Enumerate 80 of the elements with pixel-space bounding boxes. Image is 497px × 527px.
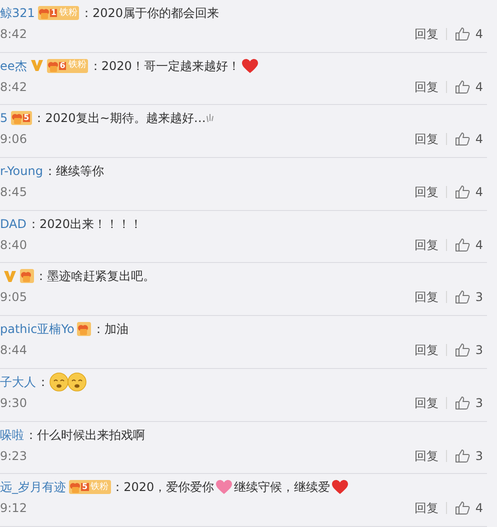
- user-name[interactable]: 5: [0, 109, 8, 128]
- thumbs-up-icon: [455, 238, 470, 252]
- comment-text: 2020！哥一定越来越好！: [101, 58, 240, 75]
- like-button[interactable]: 3: [455, 446, 483, 464]
- comment-time: 9:30: [0, 394, 27, 412]
- comment-time: 9:23: [0, 448, 27, 464]
- comment-time: 8:42: [0, 78, 27, 96]
- colon: ：: [92, 321, 104, 338]
- user-name[interactable]: pathic亚楠Yo: [0, 320, 74, 338]
- reply-button[interactable]: 回复: [414, 446, 438, 464]
- fan-badge: 5 铁粉: [69, 480, 111, 494]
- user-name[interactable]: DAD: [0, 214, 26, 233]
- fan-badge: 6 铁粉: [46, 58, 88, 73]
- reply-button[interactable]: 回复: [414, 78, 438, 96]
- comment-text: 加油: [104, 321, 128, 338]
- fan-badge: [77, 322, 92, 336]
- reply-button[interactable]: 回复: [414, 394, 438, 412]
- user-name[interactable]: ee杰: [0, 56, 27, 75]
- reply-button[interactable]: 回复: [414, 25, 438, 43]
- comment-text: 2020属于你的都会回来: [92, 5, 220, 22]
- like-button[interactable]: 3: [455, 288, 483, 306]
- heart-icon: [215, 479, 234, 496]
- thumbs-up-icon: [455, 501, 470, 516]
- like-button[interactable]: 3: [455, 341, 483, 360]
- like-button[interactable]: 4: [455, 25, 483, 43]
- user-name[interactable]: 远_岁月有迹: [0, 478, 66, 496]
- thumbs-up-icon: [455, 27, 470, 41]
- comment-text: 继续守候，继续爱: [234, 479, 330, 496]
- thumbs-up-icon: [455, 132, 470, 146]
- thumbs-up-icon: [455, 80, 470, 94]
- comment-text: 2020复出~期待。越来越好…: [45, 110, 206, 128]
- like-button[interactable]: 4: [455, 499, 483, 518]
- colon: ：: [27, 216, 40, 233]
- like-button[interactable]: 4: [455, 78, 483, 96]
- reply-button[interactable]: 回复: [414, 236, 438, 254]
- like-button[interactable]: 3: [455, 394, 483, 412]
- comment-text: 继续等你: [56, 163, 104, 180]
- heart-icon: [331, 479, 350, 496]
- like-button[interactable]: 4: [455, 236, 483, 254]
- fan-badge: [20, 269, 34, 284]
- colon: ：: [89, 58, 102, 75]
- colon: ：: [33, 110, 46, 128]
- thumbs-up-icon: [455, 448, 470, 462]
- fan-badge: 5: [10, 111, 32, 126]
- comment-text: 什么时候出来拍戏啊: [37, 426, 145, 444]
- thumbs-up-icon: [455, 396, 470, 410]
- comment-time: 9:06: [0, 131, 27, 148]
- comment-text: 2020，爱你爱你: [124, 479, 214, 496]
- colon: ：: [112, 479, 124, 496]
- comment-time: 8:42: [0, 26, 27, 43]
- comment-text: 2020出来！！！！: [39, 216, 142, 233]
- colon: ：: [35, 268, 47, 286]
- reply-button[interactable]: 回复: [414, 341, 438, 360]
- user-name[interactable]: r-Young: [0, 162, 43, 180]
- like-button[interactable]: 4: [455, 183, 483, 202]
- fan-badge: 1 铁粉: [38, 6, 80, 20]
- colon: ：: [25, 426, 37, 444]
- comment-text: 墨迹啥赶紧复出吧。: [47, 268, 155, 286]
- smiley-icon: [67, 372, 87, 392]
- comment-time: 8:45: [0, 184, 27, 202]
- reply-button[interactable]: 回复: [414, 499, 438, 518]
- smiley-icon: [49, 372, 69, 392]
- thumbs-up-icon: [455, 343, 470, 358]
- heart-icon: [240, 58, 259, 74]
- reply-button[interactable]: 回复: [414, 183, 438, 202]
- like-button[interactable]: 4: [455, 130, 483, 148]
- colon: ：: [80, 5, 92, 22]
- user-name[interactable]: 哚啦: [0, 426, 24, 444]
- thumbs-up-icon: [455, 290, 470, 304]
- colon: ：: [44, 163, 56, 180]
- reply-button[interactable]: 回复: [414, 288, 438, 306]
- thumbs-up-icon: [455, 185, 470, 200]
- colon: ：: [37, 374, 49, 391]
- comment-time: 8:40: [0, 236, 27, 254]
- reply-button[interactable]: 回复: [414, 130, 438, 148]
- comment-time: 8:44: [0, 342, 27, 360]
- comment-time: 9:05: [0, 289, 27, 306]
- user-name[interactable]: 鲸321: [0, 4, 35, 22]
- user-name[interactable]: 子大人: [0, 372, 36, 391]
- comment-time: 9:12: [0, 500, 27, 518]
